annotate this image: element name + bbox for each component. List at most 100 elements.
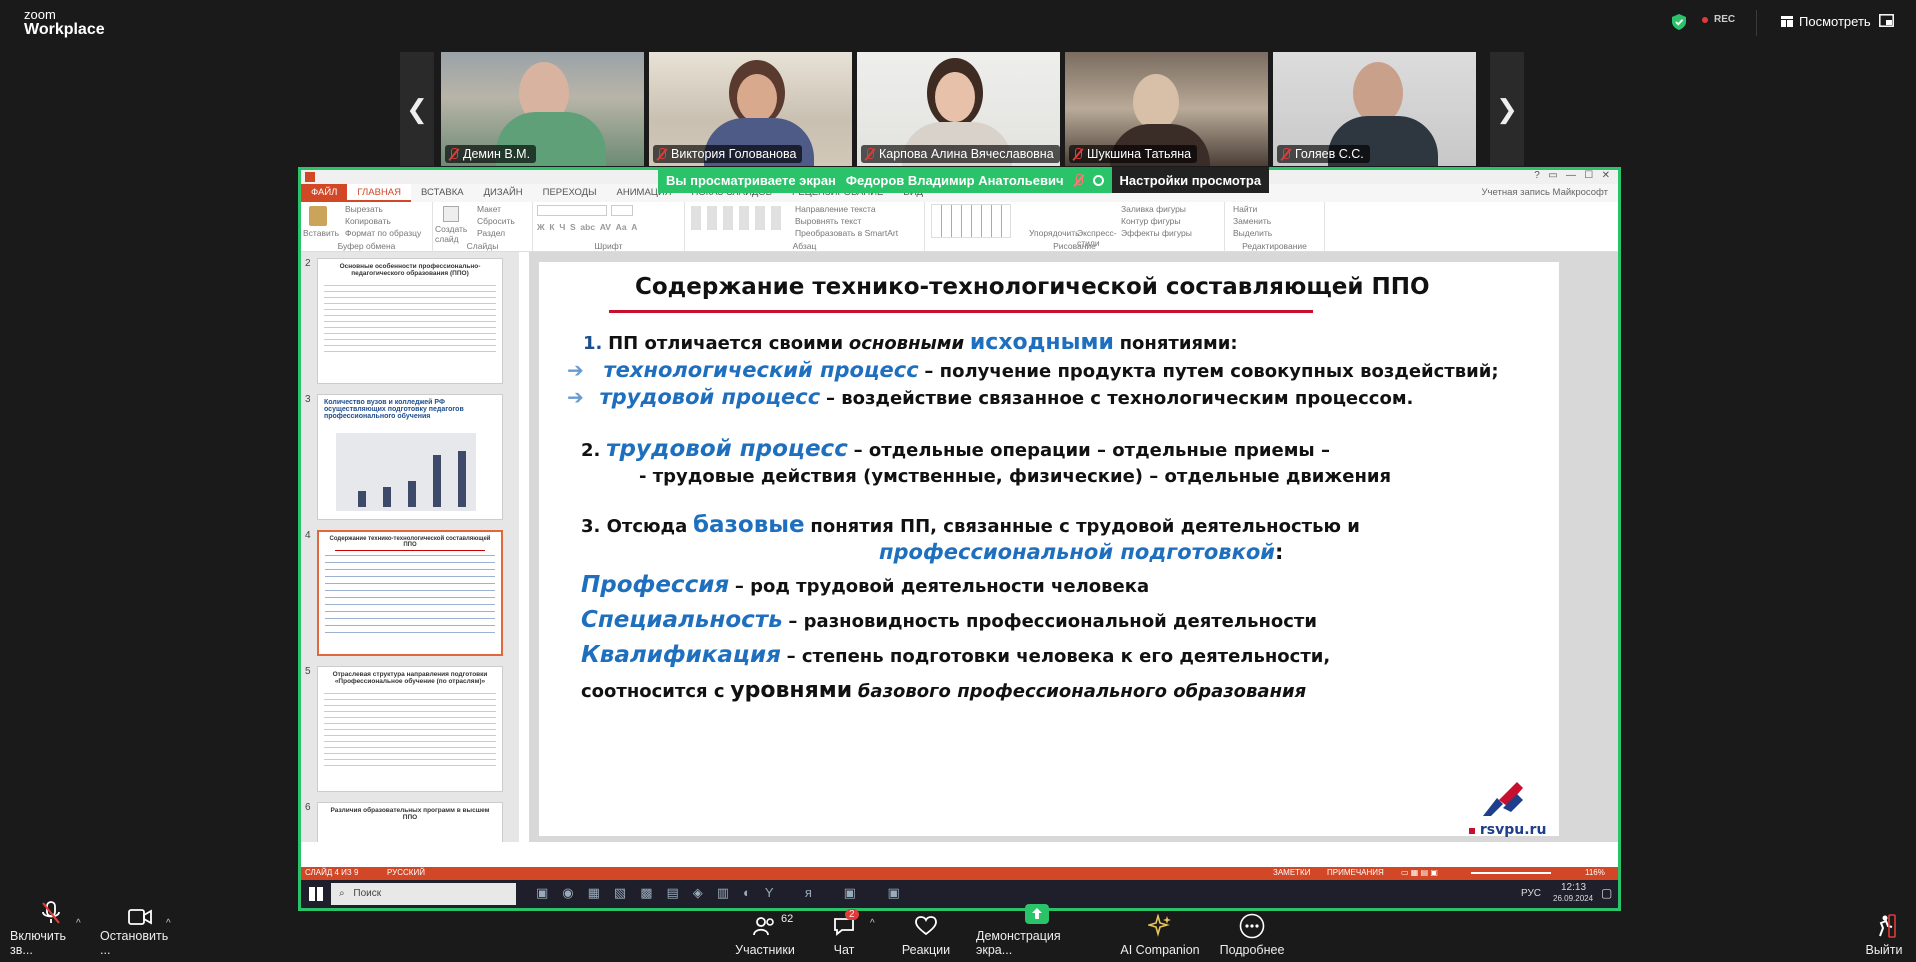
zoom-top-bar: zoom Workplace REC Посмотреть (0, 0, 1916, 48)
font-name-input[interactable] (537, 205, 607, 216)
participant-tile[interactable]: Демин В.М. (441, 52, 644, 166)
reactions-button[interactable]: Реакции (900, 912, 952, 962)
participant-tile[interactable]: Голяев С.С. (1273, 52, 1476, 166)
recording-indicator[interactable]: REC (1702, 14, 1735, 25)
arrange-button[interactable]: Упорядочить (1029, 228, 1080, 238)
video-options-caret-icon[interactable]: ^ (166, 918, 171, 929)
video-camera-icon (128, 909, 152, 925)
find-button[interactable]: Найти (1233, 204, 1257, 214)
slide-thumbnail[interactable]: Количество вузов и колледжей РФ осуществ… (317, 394, 503, 520)
thumb-number: 4 (305, 530, 311, 541)
line-7: профессиональной подготовкой: (879, 540, 1284, 564)
view-options-button[interactable]: Настройки просмотра (1111, 167, 1270, 193)
leave-button[interactable]: Выйти (1860, 912, 1908, 962)
paste-button[interactable]: Вставить (303, 228, 339, 238)
list-buttons[interactable] (691, 206, 781, 230)
gallery-next-button[interactable]: ❯ (1490, 52, 1524, 166)
tab-design[interactable]: ДИЗАЙН (474, 184, 533, 202)
copy-button[interactable]: Копировать (345, 216, 391, 226)
shape-outline-button[interactable]: Контур фигуры (1121, 216, 1180, 226)
slide-thumbnail-selected[interactable]: Содержание технико-технологической соста… (317, 530, 503, 656)
font-format-buttons[interactable]: Ж К Ч S abc AV Aa A (537, 222, 637, 232)
windows-start-icon[interactable] (309, 887, 323, 901)
more-button[interactable]: Подробнее (1216, 912, 1288, 962)
keyboard-language[interactable]: РУС (1521, 888, 1541, 899)
reset-button[interactable]: Сбросить (477, 216, 515, 226)
font-group: Ж К Ч S abc AV Aa A Шрифт (533, 202, 685, 252)
participant-tile[interactable]: Карпова Алина Вячеславовна (857, 52, 1060, 166)
tab-home[interactable]: ГЛАВНАЯ (347, 184, 411, 202)
security-shield-icon[interactable] (1672, 14, 1686, 30)
slide-thumbnail[interactable]: Отраслевая структура направления подгото… (317, 666, 503, 792)
clipboard-caption: Буфер обмена (337, 241, 396, 251)
language-indicator[interactable]: РУССКИЙ (387, 868, 425, 877)
arrow-icon: ➔ (567, 385, 584, 409)
line-9: Специальность – разновидность профессион… (581, 607, 1317, 633)
participant-tile[interactable]: Шукшина Татьяна (1065, 52, 1268, 166)
search-icon: ⌕ (339, 888, 345, 899)
participant-tile[interactable]: Виктория Голованова (649, 52, 852, 166)
comments-button[interactable]: ПРИМЕЧАНИЯ (1327, 868, 1384, 877)
slide-thumbnail[interactable]: Различия образовательных программ в высш… (317, 802, 503, 842)
view-buttons[interactable]: ▭ ▦ ▤ ▣ (1401, 868, 1438, 877)
mic-options-caret-icon[interactable]: ^ (76, 918, 81, 929)
more-icon (1239, 913, 1265, 939)
notifications-icon[interactable]: ▢ (1601, 886, 1612, 900)
thumb-body (325, 555, 495, 635)
shape-fill-button[interactable]: Заливка фигуры (1121, 204, 1186, 214)
clock-date[interactable]: 26.09.2024 (1553, 894, 1593, 903)
smartart-button[interactable]: Преобразовать в SmartArt (795, 228, 898, 238)
shape-effects-button[interactable]: Эффекты фигуры (1121, 228, 1192, 238)
line-11: соотносится с уровнями базового професси… (581, 678, 1307, 703)
leave-label: Выйти (1865, 943, 1903, 957)
shapes-gallery[interactable] (931, 204, 1011, 238)
thumb-title: Отраслевая структура направления подгото… (332, 671, 488, 685)
slide-thumbnails-pane[interactable]: 2 Основные особенности профессионально-п… (301, 252, 519, 842)
chat-icon: 2 (833, 909, 859, 939)
align-text-button[interactable]: Выровнять текст (795, 216, 861, 226)
zoom-level[interactable]: 116% (1585, 868, 1605, 877)
chat-label: Чат (833, 943, 855, 957)
slide-thumbnail[interactable]: Основные особенности профессионально-пед… (317, 258, 503, 384)
clock-time[interactable]: 12:13 (1561, 882, 1586, 893)
current-slide[interactable]: Содержание технико-технологической соста… (539, 262, 1559, 838)
new-slide-icon (443, 206, 459, 222)
participants-button[interactable]: 62 Участники (734, 912, 796, 962)
view-button[interactable]: Посмотреть (1781, 14, 1871, 29)
tab-file[interactable]: ФАЙЛ (301, 184, 348, 202)
gallery-prev-button[interactable]: ❮ (400, 52, 434, 166)
share-screen-button[interactable]: Демонстрация экра... (976, 904, 1098, 962)
cut-button[interactable]: Вырезать (345, 204, 383, 214)
slide-editor-area[interactable]: Содержание технико-технологической соста… (529, 252, 1618, 842)
view-button-label: Посмотреть (1799, 14, 1871, 29)
taskbar-apps[interactable]: ▣◉▦▧▩▤◈▥◐Y я ▣ ▣ (536, 885, 914, 901)
editing-group: Найти Заменить Выделить Редактирование (1225, 202, 1325, 252)
ai-companion-label: AI Companion (1120, 943, 1200, 957)
tab-transitions[interactable]: ПЕРЕХОДЫ (533, 184, 607, 202)
font-size-input[interactable] (611, 205, 633, 216)
zoom-logo: zoom Workplace (24, 7, 105, 38)
text-direction-button[interactable]: Направление текста (795, 204, 876, 214)
replace-button[interactable]: Заменить (1233, 216, 1271, 226)
fullscreen-icon[interactable] (1879, 14, 1894, 27)
window-controls[interactable]: ? ▭ — ☐ ✕ (1534, 170, 1610, 181)
participant-video (737, 74, 777, 122)
tab-insert[interactable]: ВСТАВКА (411, 184, 474, 202)
layout-button[interactable]: Макет (477, 204, 501, 214)
notes-button[interactable]: ЗАМЕТКИ (1273, 868, 1310, 877)
chat-options-caret-icon[interactable]: ^ (870, 918, 875, 929)
ai-companion-button[interactable]: AI Companion (1120, 912, 1200, 962)
select-button[interactable]: Выделить (1233, 228, 1272, 238)
zoom-slider[interactable] (1471, 872, 1551, 874)
chevron-right-icon: ❯ (1496, 93, 1518, 124)
section-button[interactable]: Раздел (477, 228, 505, 238)
slide-title: Содержание технико-технологической соста… (635, 274, 1430, 300)
reactions-label: Реакции (901, 943, 951, 957)
taskbar-search-input[interactable]: ⌕ Поиск (331, 883, 516, 905)
account-label[interactable]: Учетная запись Майкрософт (1472, 184, 1618, 202)
format-painter-button[interactable]: Формат по образцу (345, 228, 421, 238)
participant-strip: Демин В.М. Виктория Голованова Карпова А… (441, 52, 1477, 166)
chat-button[interactable]: 2 Чат (822, 909, 866, 962)
ppt-ribbon: Вставить Вырезать Копировать Формат по о… (301, 202, 1618, 252)
slides-group: Создать слайд Макет Сбросить Раздел Слай… (433, 202, 533, 252)
